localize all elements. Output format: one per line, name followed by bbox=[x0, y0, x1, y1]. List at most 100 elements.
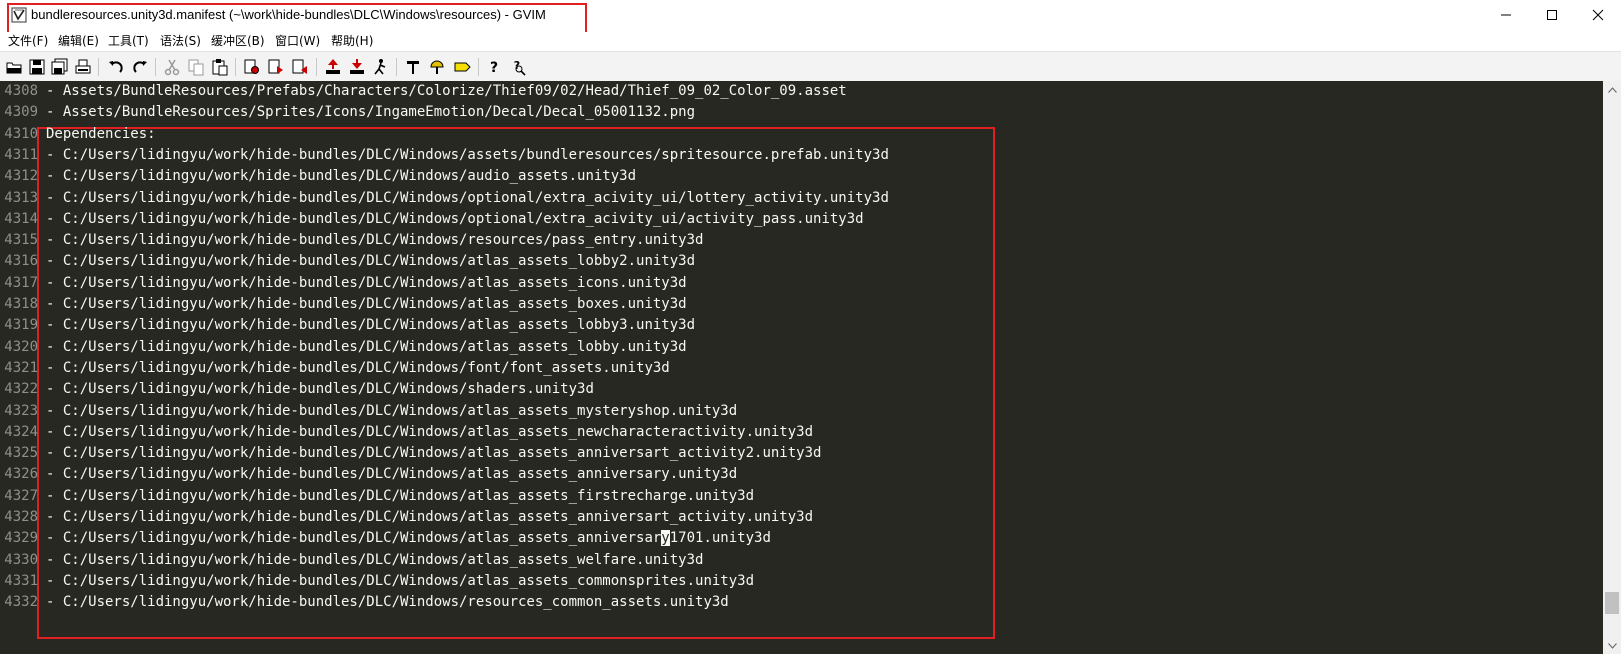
editor-line[interactable]: 4323 - C:/Users/lidingyu/work/hide-bundle… bbox=[0, 400, 1603, 422]
editor-line[interactable]: 4316 - C:/Users/lidingyu/work/hide-bundle… bbox=[0, 250, 1603, 272]
scroll-down-icon bbox=[1607, 642, 1617, 649]
editor-line[interactable]: 4321 - C:/Users/lidingyu/work/hide-bundle… bbox=[0, 357, 1603, 379]
line-text: Dependencies: bbox=[46, 125, 156, 142]
toolbar-separator bbox=[155, 58, 156, 76]
find-prev-icon[interactable] bbox=[290, 57, 310, 77]
open-icon[interactable] bbox=[4, 57, 24, 77]
close-button[interactable] bbox=[1575, 0, 1621, 30]
toolbar-separator bbox=[235, 58, 236, 76]
copy-icon[interactable] bbox=[186, 57, 206, 77]
editor-area[interactable]: 4308 - Assets/BundleResources/Prefabs/Cha… bbox=[0, 81, 1603, 654]
line-number: 4313 bbox=[4, 189, 38, 206]
editor-line[interactable]: 4329 - C:/Users/lidingyu/work/hide-bundle… bbox=[0, 527, 1603, 549]
run-script-icon[interactable] bbox=[371, 57, 391, 77]
menu-window[interactable]: 窗口(W) bbox=[275, 32, 320, 50]
editor-line[interactable]: 4314 - C:/Users/lidingyu/work/hide-bundle… bbox=[0, 208, 1603, 230]
line-text: - C:/Users/lidingyu/work/hide-bundles/DL… bbox=[46, 189, 889, 206]
line-number: 4328 bbox=[4, 509, 38, 525]
find-next-icon[interactable] bbox=[266, 57, 286, 77]
vertical-scrollbar[interactable] bbox=[1603, 81, 1621, 654]
line-number: 4327 bbox=[4, 487, 38, 504]
editor-line[interactable]: 4331 - C:/Users/lidingyu/work/hide-bundle… bbox=[0, 570, 1603, 592]
editor-line[interactable]: 4317 - C:/Users/lidingyu/work/hide-bundle… bbox=[0, 272, 1603, 294]
cut-icon[interactable] bbox=[162, 57, 182, 77]
scroll-down-button[interactable] bbox=[1603, 637, 1621, 654]
editor-line[interactable]: 4330 - C:/Users/lidingyu/work/hide-bundle… bbox=[0, 549, 1603, 571]
editor-line[interactable]: 4328 - C:/Users/lidingyu/work/hide-bundle… bbox=[0, 506, 1603, 528]
title-bar[interactable]: bundleresources.unity3d.manifest (~\work… bbox=[0, 0, 1621, 36]
line-text: - C:/Users/lidingyu/work/hide-bundles/DL… bbox=[46, 338, 687, 355]
toolbar-separator bbox=[316, 58, 317, 76]
line-number: 4325 bbox=[4, 445, 38, 462]
line-number: 4311 bbox=[4, 146, 38, 163]
editor-line[interactable]: 4322 - C:/Users/lidingyu/work/hide-bundle… bbox=[0, 378, 1603, 400]
editor-line[interactable]: 4312 - C:/Users/lidingyu/work/hide-bundle… bbox=[0, 165, 1603, 187]
menu-tools[interactable]: 工具(T) bbox=[108, 32, 149, 50]
line-number: 4326 bbox=[4, 466, 38, 483]
line-number: 4321 bbox=[4, 359, 38, 376]
line-text: - Assets/BundleResources/Sprites/Icons/I… bbox=[46, 104, 696, 121]
menu-file[interactable]: 文件(F) bbox=[8, 32, 48, 50]
load-session-icon[interactable] bbox=[323, 57, 343, 77]
menu-buffers[interactable]: 缓冲区(B) bbox=[211, 32, 265, 50]
tags-icon[interactable] bbox=[452, 57, 472, 77]
save-icon[interactable] bbox=[27, 57, 47, 77]
editor-line[interactable]: 4325 - C:/Users/lidingyu/work/hide-bundle… bbox=[0, 442, 1603, 464]
redo-icon[interactable] bbox=[130, 57, 150, 77]
line-number: 4323 bbox=[4, 402, 38, 419]
editor-line[interactable]: 4332 - C:/Users/lidingyu/work/hide-bundle… bbox=[0, 591, 1603, 613]
line-text: - C:/Users/lidingyu/work/hide-bundles/DL… bbox=[46, 423, 814, 440]
line-number: 4317 bbox=[4, 274, 38, 291]
line-text: - C:/Users/lidingyu/work/hide-bundles/DL… bbox=[46, 402, 738, 419]
save-session-icon[interactable] bbox=[347, 57, 367, 77]
editor-line[interactable]: 4324 - C:/Users/lidingyu/work/hide-bundle… bbox=[0, 421, 1603, 443]
line-text: - C:/Users/lidingyu/work/hide-bundles/DL… bbox=[46, 487, 755, 504]
line-text: - C:/Users/lidingyu/work/hide-bundles/DL… bbox=[46, 274, 687, 291]
line-text-before-cursor: - C:/Users/lidingyu/work/hide-bundles/DL… bbox=[46, 530, 662, 547]
editor-line[interactable]: 4309 - Assets/BundleResources/Sprites/Ico… bbox=[0, 101, 1603, 123]
scroll-up-button[interactable] bbox=[1603, 81, 1621, 98]
shell-icon[interactable] bbox=[427, 57, 447, 77]
make-icon[interactable] bbox=[403, 57, 423, 77]
print-icon[interactable] bbox=[73, 57, 93, 77]
line-number: 4320 bbox=[4, 338, 38, 355]
text-cursor: y bbox=[661, 530, 670, 547]
line-number: 4316 bbox=[4, 253, 38, 270]
editor-line[interactable]: 4313 - C:/Users/lidingyu/work/hide-bundle… bbox=[0, 187, 1603, 209]
editor-line[interactable]: 4318 - C:/Users/lidingyu/work/hide-bundle… bbox=[0, 293, 1603, 315]
help-icon[interactable]: ? bbox=[484, 57, 504, 77]
paste-icon[interactable] bbox=[210, 57, 230, 77]
line-text: - C:/Users/lidingyu/work/hide-bundles/DL… bbox=[46, 594, 729, 611]
editor-line[interactable]: 4311 - C:/Users/lidingyu/work/hide-bundle… bbox=[0, 144, 1603, 166]
line-number: 4315 bbox=[4, 232, 38, 249]
editor-line[interactable]: 4310 Dependencies: bbox=[0, 123, 1603, 145]
line-number: 4308 bbox=[4, 83, 38, 99]
undo-icon[interactable] bbox=[106, 57, 126, 77]
find-help-icon[interactable]: ? bbox=[508, 57, 528, 77]
editor-line[interactable]: 4327 - C:/Users/lidingyu/work/hide-bundle… bbox=[0, 485, 1603, 507]
minimize-button[interactable] bbox=[1483, 0, 1529, 30]
find-replace-icon[interactable] bbox=[242, 57, 262, 77]
line-number: 4324 bbox=[4, 423, 38, 440]
editor-line[interactable]: 4326 - C:/Users/lidingyu/work/hide-bundle… bbox=[0, 463, 1603, 485]
menu-help[interactable]: 帮助(H) bbox=[331, 32, 373, 50]
save-all-icon[interactable] bbox=[50, 57, 70, 77]
scroll-up-icon bbox=[1607, 86, 1617, 93]
menu-edit[interactable]: 编辑(E) bbox=[58, 32, 99, 50]
editor-line[interactable]: 4308 - Assets/BundleResources/Prefabs/Cha… bbox=[0, 81, 1603, 102]
menu-syntax[interactable]: 语法(S) bbox=[160, 32, 201, 50]
line-text: - C:/Users/lidingyu/work/hide-bundles/DL… bbox=[46, 466, 738, 483]
line-number: 4314 bbox=[4, 210, 38, 227]
line-text-after-cursor: 1701.unity3d bbox=[669, 530, 771, 547]
editor-line[interactable]: 4320 - C:/Users/lidingyu/work/hide-bundle… bbox=[0, 336, 1603, 358]
line-text: - Assets/BundleResources/Prefabs/Charact… bbox=[46, 83, 847, 99]
line-text: - C:/Users/lidingyu/work/hide-bundles/DL… bbox=[46, 168, 637, 185]
editor-line[interactable]: 4319 - C:/Users/lidingyu/work/hide-bundle… bbox=[0, 314, 1603, 336]
line-number: 4330 bbox=[4, 551, 38, 568]
line-text: - C:/Users/lidingyu/work/hide-bundles/DL… bbox=[46, 232, 704, 249]
line-text: - C:/Users/lidingyu/work/hide-bundles/DL… bbox=[46, 551, 704, 568]
scroll-thumb[interactable] bbox=[1605, 592, 1619, 614]
gvim-window: bundleresources.unity3d.manifest (~\work… bbox=[0, 0, 1621, 654]
editor-line[interactable]: 4315 - C:/Users/lidingyu/work/hide-bundle… bbox=[0, 229, 1603, 251]
maximize-button[interactable] bbox=[1529, 0, 1575, 30]
